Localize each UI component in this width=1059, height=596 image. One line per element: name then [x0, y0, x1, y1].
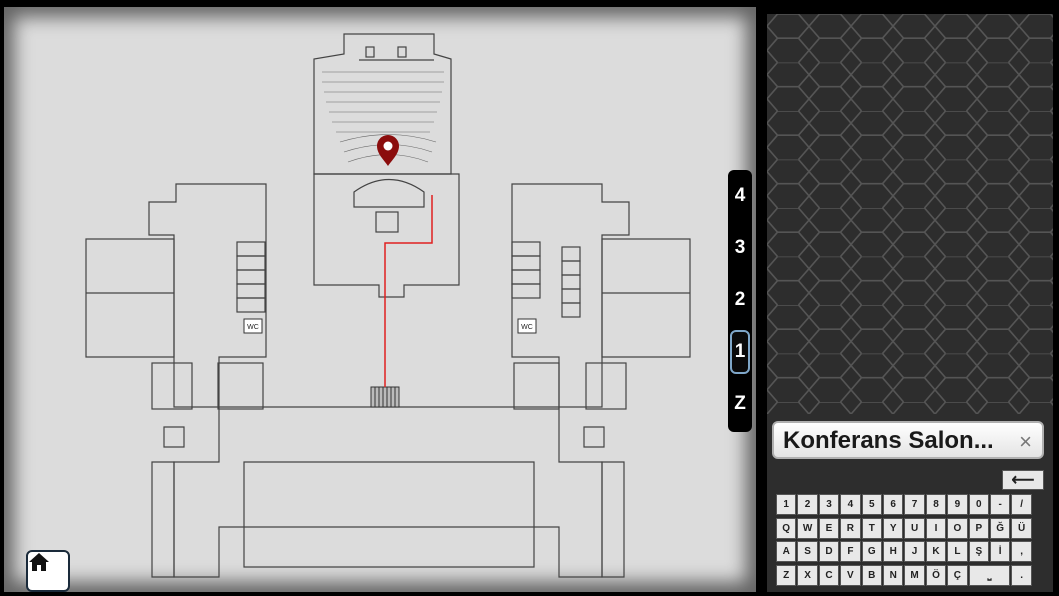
key[interactable]: L	[947, 541, 968, 562]
floor-button-4[interactable]: 4	[730, 174, 750, 218]
key[interactable]: 5	[861, 494, 882, 515]
key[interactable]: 6	[883, 494, 904, 515]
floor-button-z[interactable]: Z	[730, 382, 750, 426]
key[interactable]: Ç	[947, 564, 968, 586]
key[interactable]: T	[861, 517, 882, 539]
key[interactable]: /	[1011, 494, 1032, 515]
key[interactable]: N	[883, 564, 904, 586]
key[interactable]: P	[968, 517, 989, 539]
key[interactable]: M	[904, 564, 925, 586]
key[interactable]: -	[990, 494, 1011, 515]
route-path	[384, 195, 433, 387]
search-value: Konferans Salon...	[783, 427, 994, 454]
home-icon	[29, 553, 49, 571]
key[interactable]: 2	[797, 494, 818, 515]
floor-button-2[interactable]: 2	[730, 278, 750, 322]
key[interactable]: Ş	[968, 541, 989, 562]
key[interactable]: Q	[776, 517, 797, 539]
key[interactable]: 0	[968, 494, 989, 515]
key[interactable]: D	[818, 541, 840, 562]
search-input[interactable]: Konferans Salon... ×	[772, 421, 1044, 459]
clear-icon[interactable]: ×	[1019, 429, 1032, 455]
backspace-key[interactable]: ⟵	[1002, 470, 1044, 490]
key[interactable]: ,	[1011, 541, 1032, 562]
svg-text:WC: WC	[247, 324, 259, 331]
key[interactable]: B	[861, 564, 882, 586]
key[interactable]: Ö	[925, 564, 947, 586]
key[interactable]: G	[861, 541, 882, 562]
right-wing-outline	[511, 183, 630, 408]
key[interactable]: J	[904, 541, 925, 562]
key[interactable]: C	[818, 564, 840, 586]
floor-plan-drawing: WC WC	[85, 33, 691, 578]
key[interactable]: V	[840, 564, 861, 586]
floor-selector: 4 3 2 1 Z	[728, 170, 752, 432]
key[interactable]: R	[840, 517, 861, 539]
key[interactable]: I	[925, 517, 947, 539]
left-wing-outline	[148, 183, 267, 408]
wc-icon: WC	[243, 318, 263, 334]
bottom-block-outline	[173, 406, 603, 578]
key[interactable]: 3	[818, 494, 840, 515]
key[interactable]: U	[904, 517, 925, 539]
floor-button-1[interactable]: 1	[730, 330, 750, 374]
key[interactable]: Ğ	[990, 517, 1011, 539]
key[interactable]: 1	[776, 494, 797, 515]
key[interactable]: 4	[840, 494, 861, 515]
key[interactable]: F	[840, 541, 861, 562]
key[interactable]: Ü	[1011, 517, 1032, 539]
key[interactable]: E	[818, 517, 840, 539]
home-button[interactable]	[26, 550, 70, 592]
key[interactable]: A	[776, 541, 797, 562]
wc-icon: WC	[517, 318, 537, 334]
central-block-outline	[313, 173, 460, 298]
key[interactable]: Z	[776, 564, 797, 586]
key[interactable]: K	[925, 541, 947, 562]
key[interactable]: S	[797, 541, 818, 562]
key[interactable]: X	[797, 564, 818, 586]
on-screen-keyboard: ⟵ 1 2 3 4 5 6 7 8 9 0- / Q W E R T Y U I O P Ğ Ü A S D F G H J K L Ş İ, Z X…	[776, 470, 1044, 588]
key[interactable]: İ	[990, 541, 1011, 562]
key[interactable]: 8	[925, 494, 947, 515]
key[interactable]: Y	[883, 517, 904, 539]
key[interactable]: H	[883, 541, 904, 562]
key[interactable]: W	[797, 517, 818, 539]
key[interactable]: O	[947, 517, 968, 539]
location-marker-icon[interactable]	[377, 134, 399, 166]
key[interactable]: .	[1011, 564, 1032, 586]
key[interactable]: 7	[904, 494, 925, 515]
svg-text:WC: WC	[521, 324, 533, 331]
floor-map[interactable]: WC WC	[4, 7, 756, 592]
floor-button-3[interactable]: 3	[730, 226, 750, 270]
key[interactable]: 9	[947, 494, 968, 515]
space-key[interactable]: ⎵	[968, 564, 1011, 586]
